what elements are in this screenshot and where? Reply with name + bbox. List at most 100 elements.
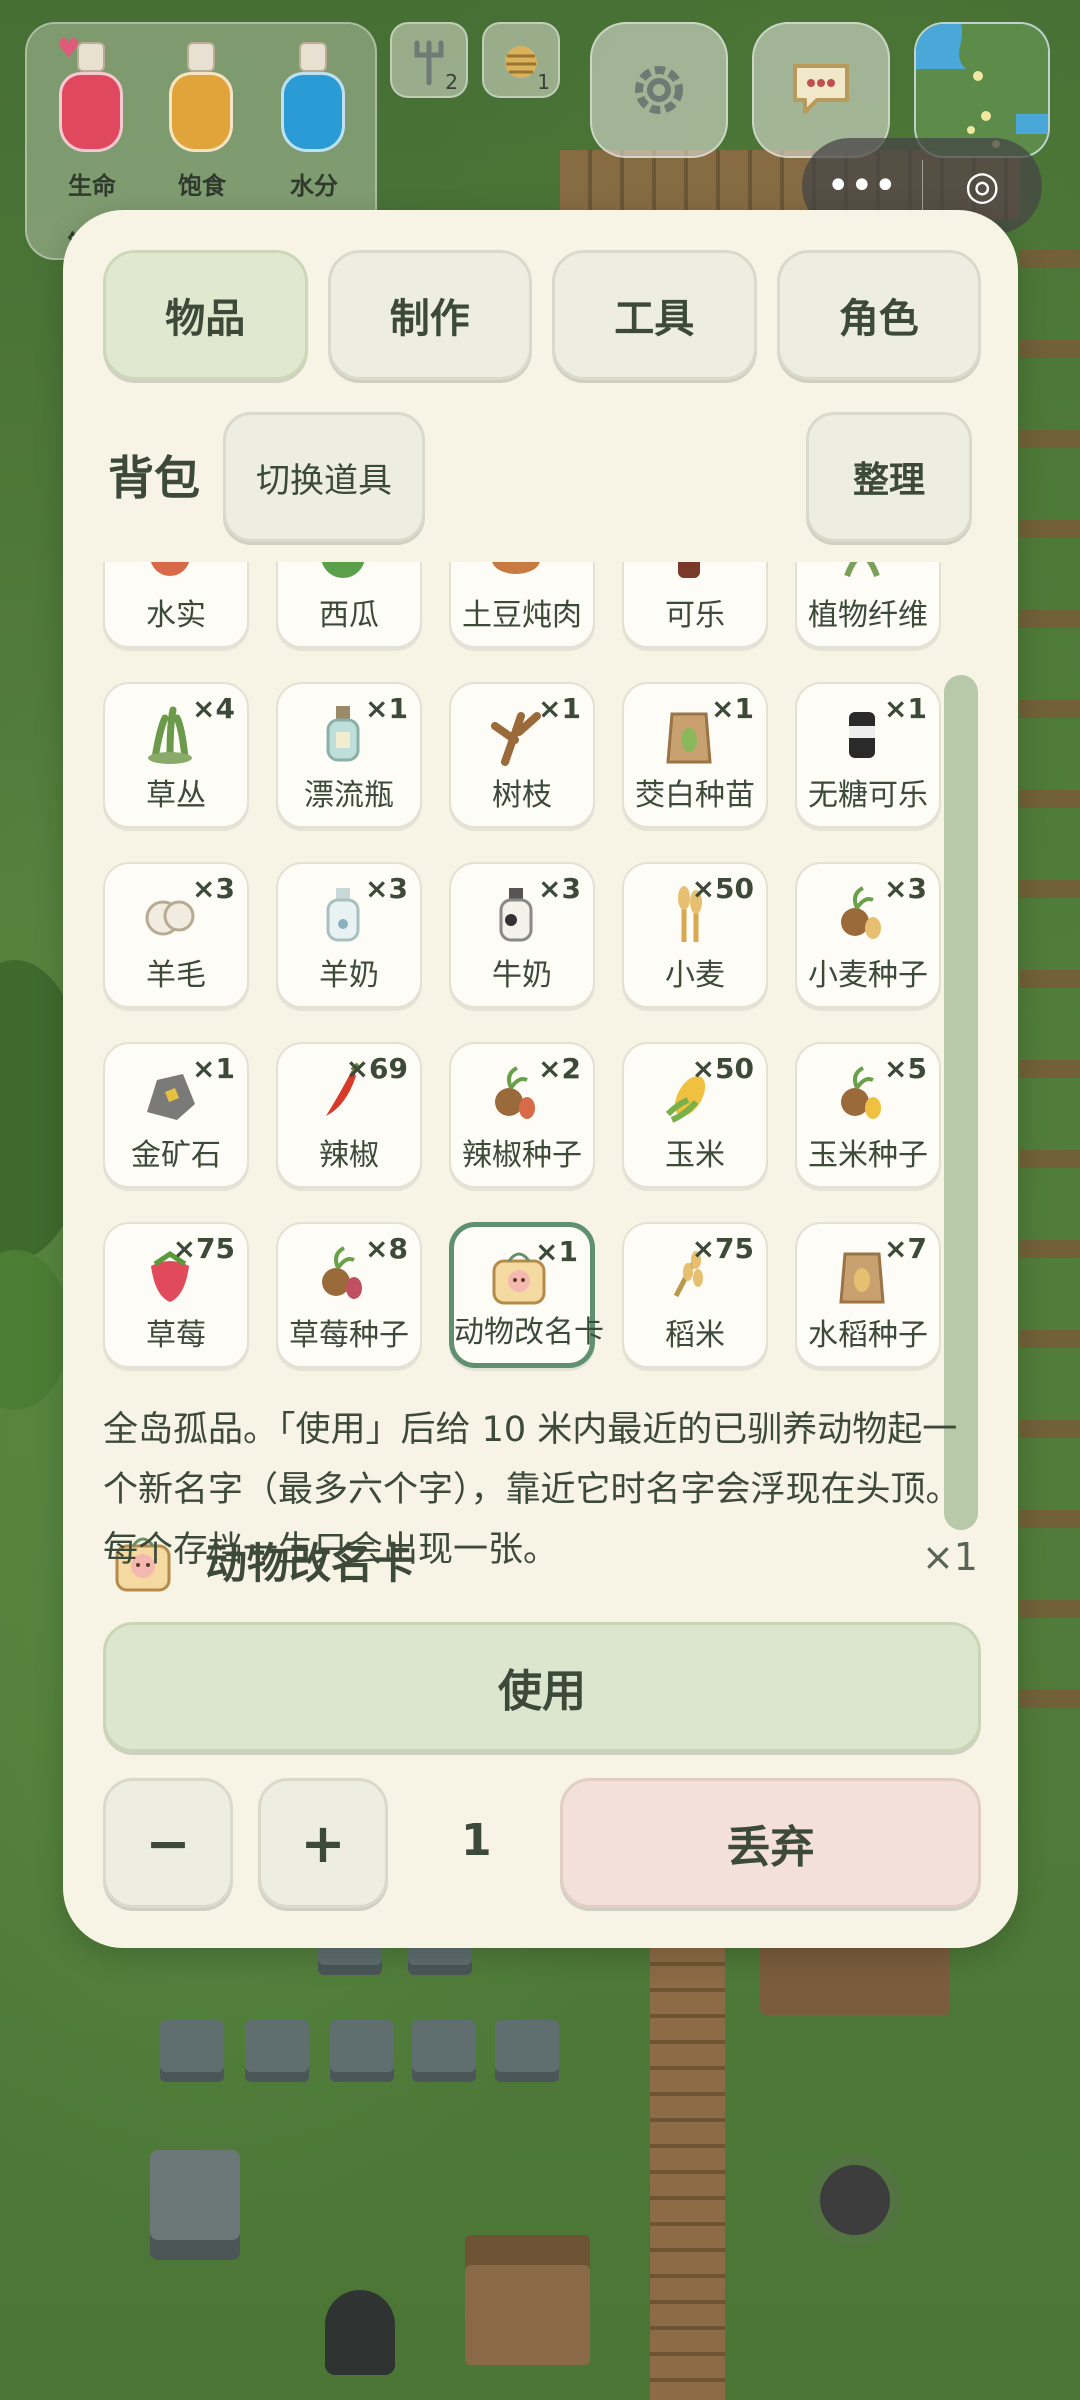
- gear-icon: [635, 66, 683, 114]
- inventory-slot[interactable]: ×1 动物改名卡: [449, 1222, 604, 1368]
- item-name: 辣椒: [319, 1138, 379, 1173]
- inventory-slot[interactable]: ×3 小麦种子: [795, 862, 941, 1008]
- inventory-slot[interactable]: 西瓜: [276, 562, 422, 648]
- inventory-slot[interactable]: ×75 草莓: [103, 1222, 249, 1368]
- inventory-slot[interactable]: ×4 草丛: [103, 682, 249, 828]
- item-name: 小麦: [665, 958, 725, 993]
- crate: [412, 2020, 476, 2082]
- inventory-grid: 水实 西瓜 土豆炖肉 可乐 植物纤维 ×4 草丛 ×1 漂流瓶 ×1 树枝 ×1 茭白种苗 ×1 无糖可乐 ×…: [103, 562, 941, 1368]
- wooden-path: [650, 1940, 725, 2400]
- crate: [495, 2020, 559, 2082]
- fence: [1020, 250, 1080, 1750]
- inventory-slot[interactable]: 土豆炖肉: [449, 562, 595, 648]
- crate: [330, 2020, 394, 2082]
- discard-button[interactable]: 丢弃: [560, 1778, 981, 1908]
- stew-icon: [481, 562, 551, 586]
- inventory-slot[interactable]: ×1 漂流瓶: [276, 682, 422, 828]
- item-name: 羊毛: [146, 958, 206, 993]
- inventory-slot[interactable]: ×5 玉米种子: [795, 1042, 941, 1188]
- item-name: 草莓种子: [289, 1318, 409, 1353]
- use-button[interactable]: 使用: [103, 1622, 981, 1752]
- inventory-slot[interactable]: ×1 树枝: [449, 682, 595, 828]
- item-quantity: ×1: [192, 1052, 235, 1085]
- quick-slot-trident[interactable]: 2: [390, 22, 468, 98]
- item-name: 植物纤维: [808, 598, 928, 633]
- inventory-slot[interactable]: ×69 辣椒: [276, 1042, 422, 1188]
- item-name: 牛奶: [492, 958, 552, 993]
- chat-bubble-icon: [793, 64, 849, 114]
- item-name: 可乐: [665, 598, 725, 633]
- backpack-title: 背包: [108, 451, 200, 505]
- item-name: 稻米: [665, 1318, 725, 1353]
- item-name: 无糖可乐: [808, 778, 928, 813]
- item-quantity: ×1: [711, 692, 754, 725]
- quantity-value: 1: [461, 1815, 492, 1866]
- item-name: 草丛: [146, 778, 206, 813]
- inventory-slot[interactable]: ×8 草莓种子: [276, 1222, 422, 1368]
- fiber-icon: [827, 562, 897, 586]
- item-name: 动物改名卡: [454, 1315, 604, 1350]
- increase-button[interactable]: +: [258, 1778, 388, 1908]
- inventory-slot[interactable]: ×50 小麦: [622, 862, 768, 1008]
- item-name: 漂流瓶: [304, 778, 394, 813]
- item-quantity: ×50: [691, 872, 754, 905]
- tab-items[interactable]: 物品: [103, 250, 308, 380]
- item-quantity: ×7: [884, 1232, 927, 1265]
- tab-character[interactable]: 角色: [776, 250, 981, 380]
- slot-count: 1: [537, 70, 550, 94]
- item-quantity: ×75: [691, 1232, 754, 1265]
- tab-crafting[interactable]: 制作: [327, 250, 532, 380]
- tab-tools[interactable]: 工具: [552, 250, 757, 380]
- item-name: 草莓: [146, 1318, 206, 1353]
- detail-description: 全岛孤品。「使用」后给 10 米内最近的已驯养动物起一个新名字（最多六个字），靠…: [103, 1410, 961, 1570]
- item-quantity: ×75: [172, 1232, 235, 1265]
- inventory-panel: 物品 制作 工具 角色 背包 切换道具 整理 水实 西瓜 土豆炖肉 可乐 植物纤维 ×4 草…: [63, 210, 1018, 1948]
- trident-icon: [414, 40, 444, 85]
- item-quantity: ×1: [538, 692, 581, 725]
- quick-slot-beehive[interactable]: 1: [482, 22, 560, 98]
- inventory-slot[interactable]: ×7 水稻种子: [795, 1222, 941, 1368]
- inventory-grid-viewport[interactable]: 水实 西瓜 土豆炖肉 可乐 植物纤维 ×4 草丛 ×1 漂流瓶 ×1 树枝 ×1 茭白种苗 ×1 无糖可乐 ×…: [103, 562, 963, 1537]
- item-quantity: ×4: [192, 692, 235, 725]
- hunger-label: 饱食: [178, 172, 226, 200]
- switch-item-button[interactable]: 切换道具: [223, 412, 425, 542]
- inventory-slot[interactable]: ×1 无糖可乐: [795, 682, 941, 828]
- item-name: 土豆炖肉: [462, 598, 582, 633]
- inventory-slot[interactable]: 植物纤维: [795, 562, 941, 648]
- item-quantity: ×1: [365, 692, 408, 725]
- inventory-slot[interactable]: ×2 辣椒种子: [449, 1042, 595, 1188]
- item-name: 玉米: [665, 1138, 725, 1173]
- item-quantity: ×1: [535, 1235, 578, 1268]
- item-name: 茭白种苗: [635, 778, 755, 813]
- crate: [245, 2020, 309, 2082]
- item-quantity: ×3: [538, 872, 581, 905]
- item-name: 树枝: [492, 778, 552, 813]
- item-name: 水稻种子: [808, 1318, 928, 1353]
- decrease-button[interactable]: −: [103, 1778, 233, 1908]
- inventory-slot[interactable]: ×3 羊奶: [276, 862, 422, 1008]
- crate: [160, 2020, 224, 2082]
- sort-button[interactable]: 整理: [806, 412, 972, 542]
- item-name: 水实: [146, 598, 206, 633]
- inventory-slot[interactable]: ×75 稻米: [622, 1222, 768, 1368]
- inventory-slot[interactable]: ×1 金矿石: [103, 1042, 249, 1188]
- item-name: 金矿石: [131, 1138, 221, 1173]
- item-quantity: ×3: [192, 872, 235, 905]
- inventory-slot[interactable]: ×1 茭白种苗: [622, 682, 768, 828]
- tab-bar: 物品 制作 工具 角色: [103, 250, 981, 380]
- fruit-icon: [135, 562, 205, 586]
- inventory-slot[interactable]: 水实: [103, 562, 249, 648]
- water-label: 水分: [290, 172, 338, 200]
- item-quantity: ×3: [884, 872, 927, 905]
- stove: [150, 2150, 240, 2260]
- furnace: [325, 2290, 395, 2375]
- inventory-slot[interactable]: ×50 玉米: [622, 1042, 768, 1188]
- inventory-slot[interactable]: 可乐: [622, 562, 768, 648]
- settings-button[interactable]: [590, 22, 728, 158]
- item-quantity: ×69: [345, 1052, 408, 1085]
- workbench: [465, 2235, 590, 2365]
- item-quantity: ×5: [884, 1052, 927, 1085]
- item-quantity: ×3: [365, 872, 408, 905]
- inventory-slot[interactable]: ×3 牛奶: [449, 862, 595, 1008]
- inventory-slot[interactable]: ×3 羊毛: [103, 862, 249, 1008]
